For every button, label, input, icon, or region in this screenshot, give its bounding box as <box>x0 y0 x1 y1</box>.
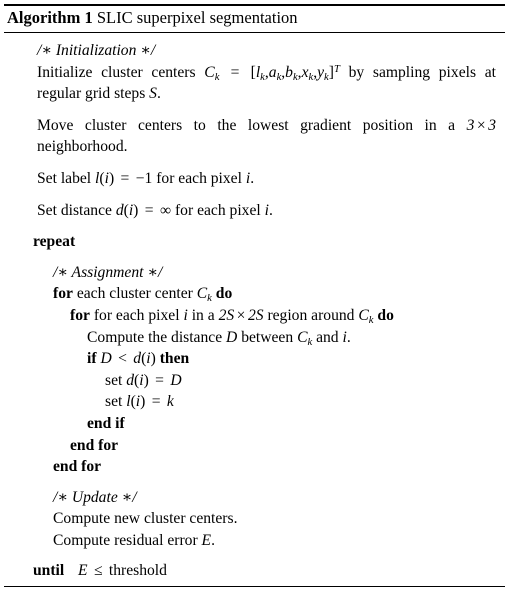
equals-sign: = <box>230 63 240 81</box>
equals-sign-label: = <box>120 169 130 187</box>
algorithm-caption: Algorithm 1 SLIC superpixel segmentation <box>0 6 509 31</box>
algorithm-body: /∗ Initialization ∗/ Initialize cluster … <box>0 33 509 584</box>
text-for-each-pixel-2: for each pixel <box>174 201 261 219</box>
statement-set-distance: Set distance d(i) = ∞ for each pixel i. <box>37 201 273 219</box>
text-compute-error: Compute residual error <box>53 531 198 549</box>
keyword-repeat: repeat <box>33 233 76 251</box>
statement-set-d: set d(i) = D <box>105 371 182 389</box>
text-each-cluster-center: each cluster center <box>76 285 193 303</box>
statement-compute-distance: Compute the distance D between Ck and i. <box>87 328 351 348</box>
less-equal-sign: ≤ <box>93 562 103 580</box>
statement-compute-centers: Compute new cluster centers. <box>53 510 238 528</box>
text-initialize: Initialize cluster centers <box>37 63 196 81</box>
text-for-each-pixel-1: for each pixel <box>156 169 242 187</box>
keyword-if: if <box>87 350 97 368</box>
statement-until: until E ≤ threshold <box>33 562 167 580</box>
algorithm-title: SLIC superpixel segmentation <box>96 8 298 27</box>
text-neighborhood: neighborhood. <box>37 138 128 156</box>
text-in-a: in a <box>191 306 215 324</box>
keyword-for-inner: for <box>70 306 90 324</box>
text-each-pixel: for each pixel <box>93 306 180 324</box>
keyword-do-outer: do <box>215 285 233 303</box>
keyword-then: then <box>159 350 190 368</box>
keyword-end-if: end if <box>87 414 125 432</box>
statement-if-condition: if D < d(i) then <box>87 350 190 368</box>
text-compute-distance: Compute the distance <box>87 328 223 346</box>
text-region-around: region around <box>267 306 355 324</box>
comment-update: /∗ Update ∗/ <box>53 488 137 506</box>
statement-set-label: Set label l(i) = −1 for each pixel i. <box>37 169 255 187</box>
equals-sign-distance: = <box>144 201 154 219</box>
statement-for-pixel: for for each pixel i in a 2S × 2S region a… <box>70 306 394 326</box>
text-by: by <box>348 63 365 81</box>
algorithm-number: Algorithm 1 <box>7 8 93 27</box>
keyword-end-for-inner: end for <box>70 436 119 454</box>
text-set-l: set <box>105 393 123 411</box>
text-set-d: set <box>105 371 123 389</box>
less-than-sign: < <box>118 350 127 368</box>
keyword-until: until <box>33 562 65 580</box>
keyword-for-outer: for <box>53 285 73 303</box>
keyword-end-for-outer: end for <box>53 458 102 476</box>
statement-initialize-centers: Initialize cluster centers Ck = [lk,ak,b… <box>37 63 496 103</box>
minus-one: −1 <box>135 169 153 187</box>
text-threshold: threshold <box>108 562 167 580</box>
equals-sign-l: = <box>151 393 161 411</box>
text-move: Move cluster centers to the lowest gradi… <box>37 116 456 134</box>
text-between: between <box>241 328 294 346</box>
times-sign-region: × <box>236 306 246 324</box>
statement-move-centers: Move cluster centers to the lowest gradi… <box>37 116 496 156</box>
equals-sign-d: = <box>155 371 164 389</box>
statement-set-l: set l(i) = k <box>105 393 174 411</box>
keyword-do-inner: do <box>377 306 394 324</box>
statement-compute-error: Compute residual error E. <box>53 531 215 549</box>
statement-for-cluster-center: for each cluster center Ck do <box>53 285 233 305</box>
bottom-rule <box>4 586 505 588</box>
comment-assignment: /∗ Assignment ∗/ <box>53 263 163 281</box>
comment-initialization: /∗ Initialization ∗/ <box>37 42 156 59</box>
text-set-distance: Set distance <box>37 201 112 219</box>
text-set-label: Set label <box>37 169 92 187</box>
times-sign: × <box>476 116 486 134</box>
algorithm-block: Algorithm 1 SLIC superpixel segmentation… <box>0 4 509 613</box>
infinity-sign: ∞ <box>159 201 172 219</box>
text-and: and <box>316 328 339 346</box>
